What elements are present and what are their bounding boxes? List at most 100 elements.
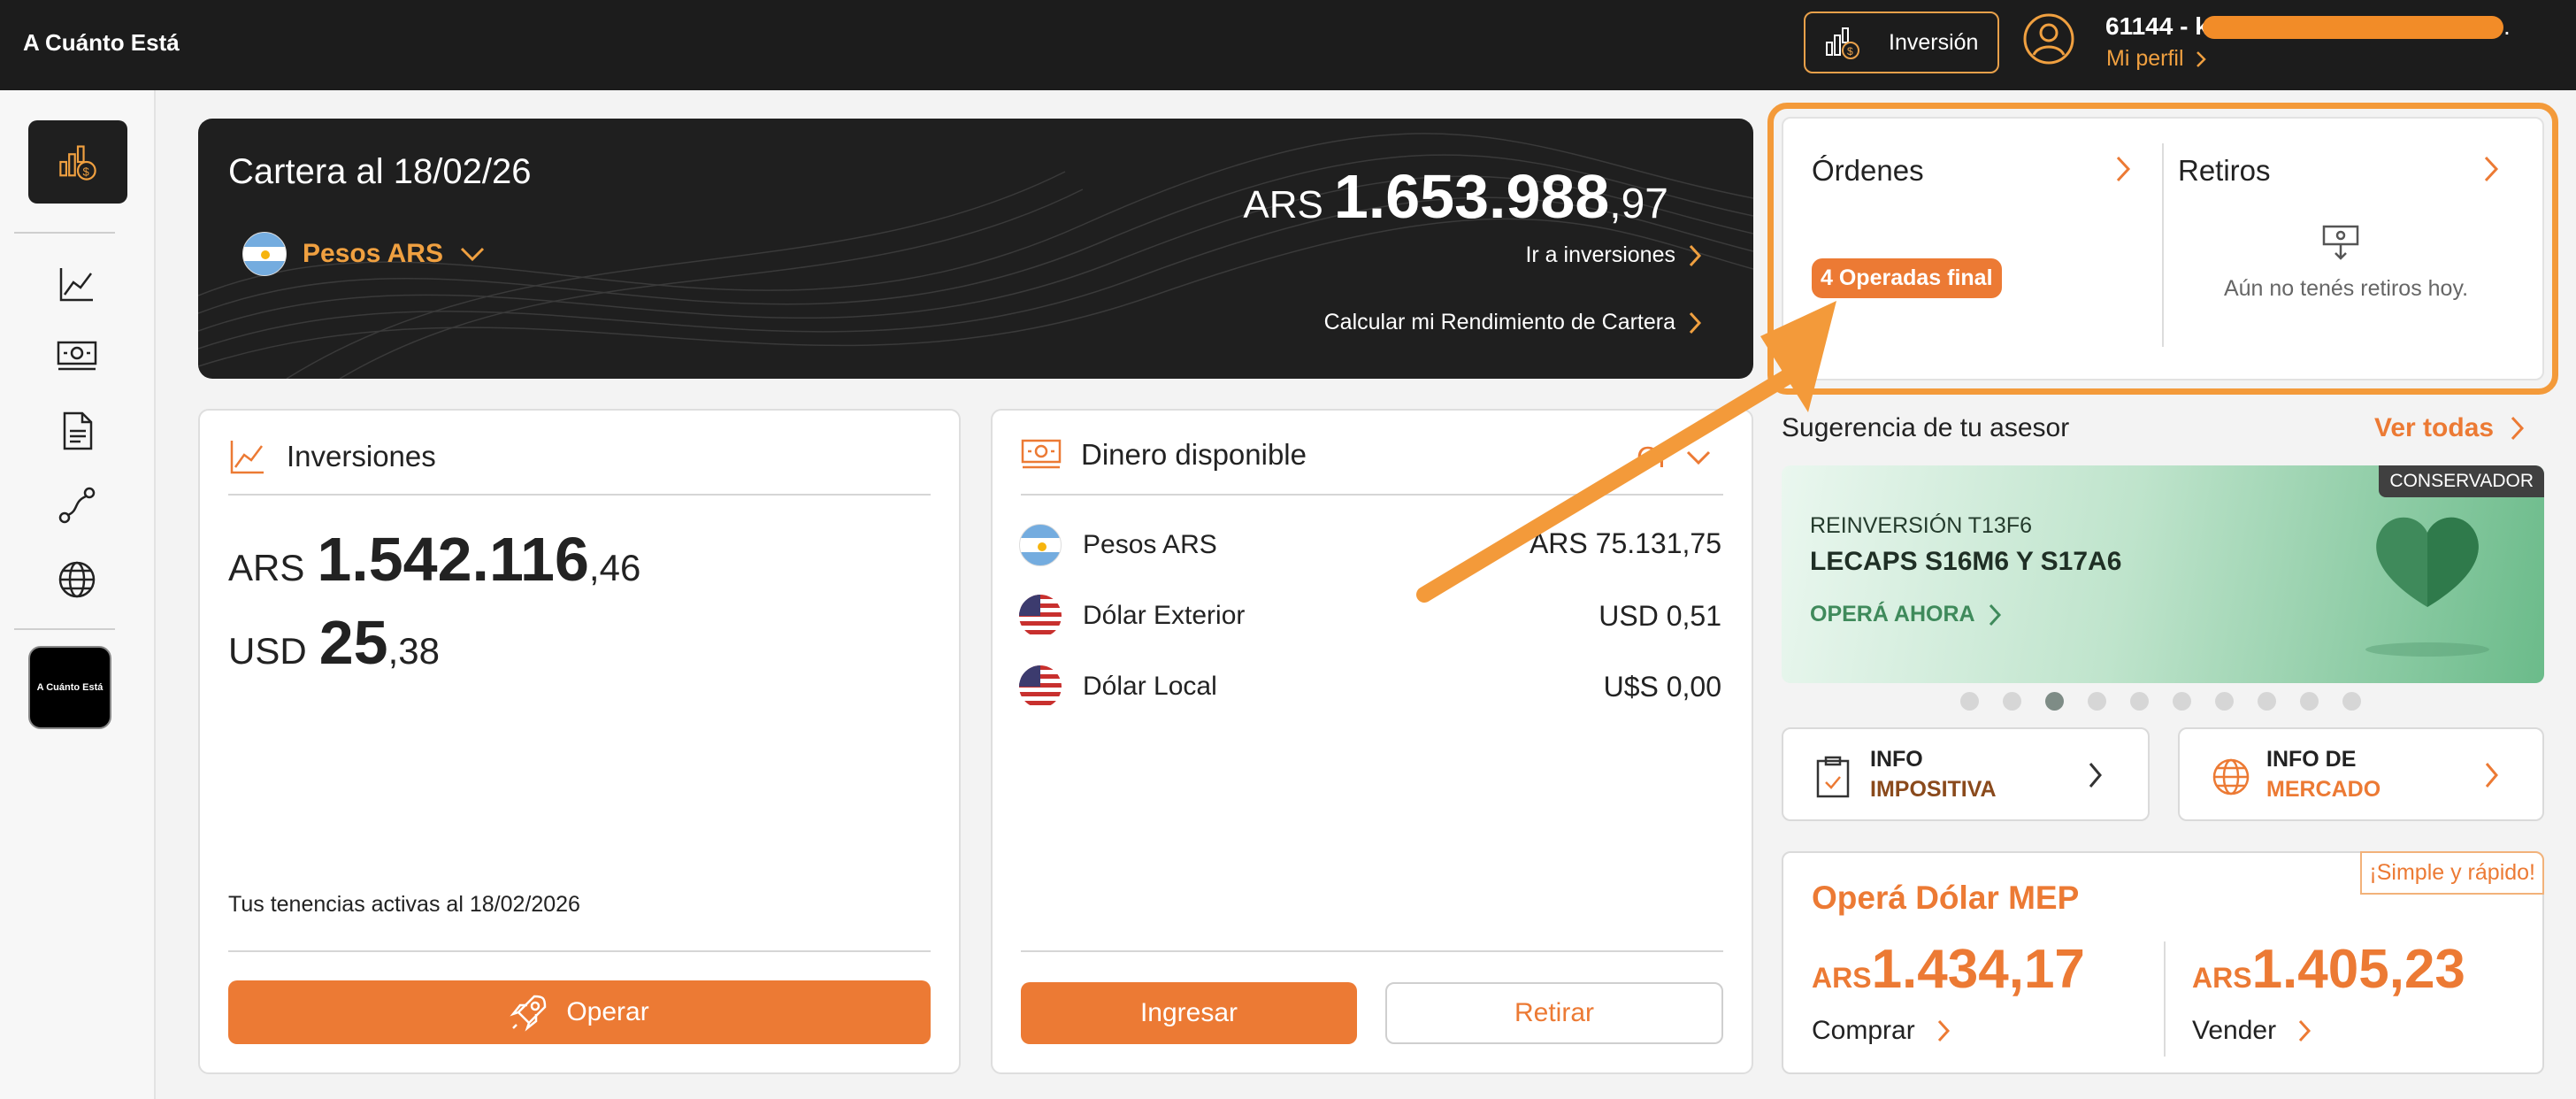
cartera-title: Cartera al 18/02/26 (228, 152, 532, 191)
account-number: 61144 - k (2105, 12, 2209, 40)
chevron-right-icon[interactable] (2482, 154, 2500, 184)
profile-link[interactable]: Mi perfil (2106, 46, 2207, 72)
mep-buy-price: ARS 1.434,17 (1812, 938, 2085, 1001)
dinero-disponible-title: Dinero disponible (1081, 438, 1307, 471)
cartera-total-currency: ARS (1243, 183, 1323, 227)
money-icon (57, 341, 97, 371)
currency-selector[interactable]: Pesos ARS (242, 232, 486, 276)
mep-buy-value: 1.434,17 (1871, 939, 2085, 1000)
carousel-dot[interactable] (2130, 692, 2149, 711)
cartera-total: ARS 1.653.988 ,97 (1243, 161, 1668, 232)
chevron-right-icon (2485, 763, 2498, 788)
mep-buy-currency: ARS (1812, 962, 1872, 994)
carousel-dots (1960, 692, 2361, 711)
carousel-dot[interactable] (2088, 692, 2106, 711)
info-mercado-card[interactable]: INFO DE MERCADO (2178, 727, 2544, 821)
clipboard-icon (1816, 756, 1850, 798)
dinero-disponible-card (991, 409, 1753, 1074)
inversiones-title: Inversiones (287, 440, 436, 473)
carousel-dot[interactable] (2342, 692, 2361, 711)
info-mercado-line2: MERCADO (2266, 777, 2381, 802)
sidebar-brand-logo[interactable]: A Cuánto Está (28, 646, 111, 729)
ars-currency: ARS (228, 547, 305, 588)
info-impositiva-line1: INFO (1870, 747, 1923, 772)
currency-selector-label: Pesos ARS (303, 239, 443, 268)
ordenes-status-badge[interactable]: 4 Operadas final (1812, 258, 2002, 298)
chevron-right-icon (2196, 50, 2206, 67)
calcular-rendimiento-link[interactable]: Calcular mi Rendimiento de Cartera (1324, 310, 1702, 335)
svg-text:$: $ (82, 165, 89, 178)
sidebar-divider (14, 232, 115, 234)
retirar-button[interactable]: Retirar (1385, 982, 1723, 1044)
tenencias-note: Tus tenencias activas al 18/02/2026 (228, 892, 580, 917)
cartera-total-decimals: ,97 (1609, 181, 1668, 227)
vender-link[interactable]: Vender (2192, 1016, 2312, 1046)
svg-text:$: $ (1847, 45, 1853, 58)
settlement-selector[interactable]: CI (1637, 441, 1712, 474)
usa-flag-icon (1019, 665, 1062, 708)
ordenes-title[interactable]: Órdenes (1812, 154, 1924, 188)
chart-line-icon (59, 268, 93, 302)
argentina-flag-icon (1019, 524, 1062, 566)
chevron-right-icon (2298, 1019, 2312, 1042)
ver-todas-link[interactable]: Ver todas (2374, 413, 2526, 443)
balance-value: ARS 75.131,75 (1529, 527, 1721, 559)
portfolio-icon: $ (59, 145, 96, 181)
settlement-selector-label: CI (1637, 441, 1666, 473)
user-avatar-icon[interactable] (2022, 12, 2075, 65)
operar-label: Operar (566, 997, 649, 1026)
money-icon (1021, 439, 1062, 469)
top-bar: A Cuánto Está $ Inversión 61144 - k . Mi… (0, 0, 2576, 90)
chevron-right-icon (1689, 244, 1702, 266)
sidebar-item-chart[interactable] (55, 262, 99, 306)
mep-sell-price: ARS 1.405,23 (2192, 938, 2465, 1001)
divider (1021, 494, 1723, 496)
sidebar-item-documents[interactable] (55, 409, 99, 453)
sugerencia-banner[interactable]: CONSERVADOR REINVERSIÓN T13F6 LECAPS S16… (1782, 465, 2544, 683)
sidebar-item-money[interactable] (55, 334, 99, 379)
cartera-total-integer: 1.653.988 (1333, 162, 1610, 231)
info-impositiva-card[interactable]: INFO IMPOSITIVA (1782, 727, 2150, 821)
inversiones-header[interactable]: Inversiones (228, 437, 436, 476)
chevron-right-icon[interactable] (2114, 154, 2132, 184)
sidebar-item-transfers[interactable] (55, 483, 99, 527)
inversiones-ars-amount: ARS 1.542.116 ,46 (228, 524, 640, 595)
ars-integer: 1.542.116 (317, 525, 589, 594)
mep-tag: ¡Simple y rápido! (2360, 851, 2544, 895)
retiros-title[interactable]: Retiros (2178, 154, 2271, 188)
balance-value: U$S 0,00 (1603, 671, 1721, 703)
inversion-button[interactable]: $ Inversión (1804, 12, 1999, 73)
carousel-dot[interactable] (2258, 692, 2276, 711)
chart-line-icon (230, 441, 264, 474)
comprar-link[interactable]: Comprar (1812, 1016, 1951, 1046)
ingresar-button[interactable]: Ingresar (1021, 982, 1357, 1044)
opera-ahora-link[interactable]: OPERÁ AHORA (1810, 602, 2002, 627)
divider (2162, 143, 2164, 347)
inversion-label: Inversión (1889, 29, 1979, 55)
ars-decimals: ,46 (588, 547, 641, 588)
cartera-hero: Cartera al 18/02/26 Pesos ARS ARS 1.653.… (198, 119, 1753, 379)
mep-title: Operá Dólar MEP (1812, 880, 2080, 916)
brand-logo[interactable]: A Cuánto Está (23, 29, 180, 57)
carousel-dot[interactable] (2300, 692, 2319, 711)
carousel-dot-active[interactable] (2045, 692, 2064, 711)
profile-link-label: Mi perfil (2106, 46, 2184, 71)
account-name-redaction (2203, 16, 2503, 39)
sidebar-item-markets[interactable] (55, 557, 99, 602)
usd-currency: USD (228, 630, 307, 672)
carousel-dot[interactable] (2173, 692, 2191, 711)
carousel-dot[interactable] (1960, 692, 1979, 711)
operar-button[interactable]: Operar (228, 980, 931, 1044)
chevron-right-icon (1937, 1019, 1950, 1042)
sidebar-item-portfolio[interactable]: $ (28, 120, 127, 204)
account-name-tail: . (2503, 12, 2511, 40)
carousel-dot[interactable] (2215, 692, 2234, 711)
ir-a-inversiones-link[interactable]: Ir a inversiones (1525, 242, 1702, 268)
route-icon (58, 487, 96, 524)
balance-value: USD 0,51 (1598, 600, 1721, 632)
mep-sell-value: 1.405,23 (2251, 939, 2465, 1000)
rocket-icon (510, 995, 547, 1032)
carousel-dot[interactable] (2003, 692, 2021, 711)
mep-sell-currency: ARS (2192, 962, 2252, 994)
chevron-right-icon (2089, 763, 2102, 788)
